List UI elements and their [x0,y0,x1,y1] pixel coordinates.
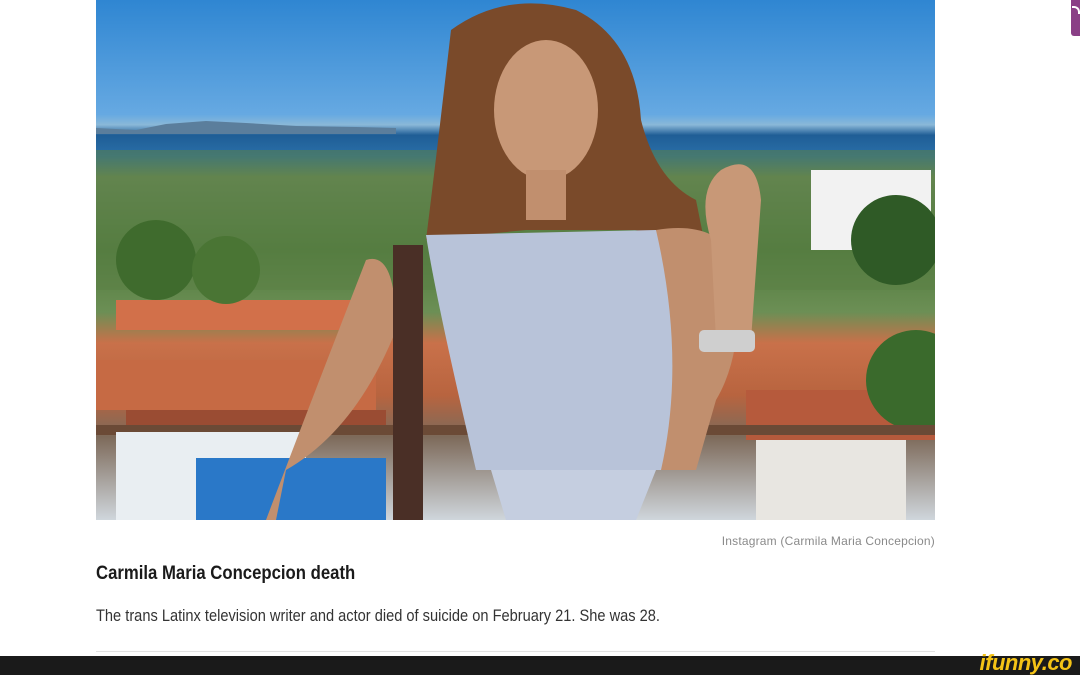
image-credit: Instagram (Carmila Maria Concepcion) [721,534,935,548]
ifunny-watermark: ifunny.co [979,650,1073,675]
rss-icon[interactable] [1071,0,1080,36]
photo-illustration [96,3,935,520]
article-photo [96,0,935,520]
article-headline[interactable]: Carmila Maria Concepcion death [96,563,355,585]
article-description: The trans Latinx television writer and a… [96,606,660,625]
section-divider [96,651,935,652]
rss-icon-arc [1072,6,1080,14]
footer-bar [0,656,1080,675]
